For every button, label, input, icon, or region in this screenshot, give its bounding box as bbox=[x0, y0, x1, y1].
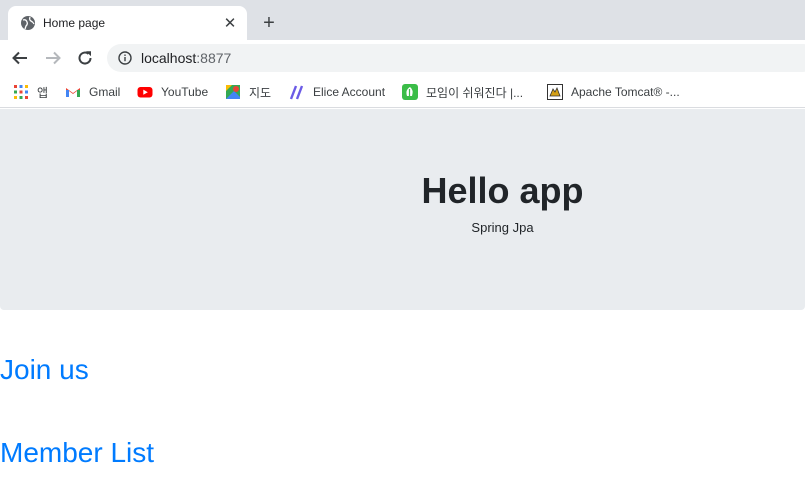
page-subtitle: Spring Jpa bbox=[471, 220, 534, 235]
maps-icon bbox=[225, 84, 241, 100]
member-list-link[interactable]: Member List bbox=[0, 436, 154, 470]
url-port: :8877 bbox=[196, 50, 232, 66]
tomcat-icon bbox=[547, 84, 563, 100]
green-leaf-icon bbox=[402, 84, 418, 100]
page-title: Hello app bbox=[421, 170, 584, 211]
bookmark-label: 지도 bbox=[249, 85, 272, 100]
tab-title: Home page bbox=[43, 16, 106, 30]
jumbotron: Hello app Spring Jpa bbox=[0, 109, 805, 310]
globe-icon bbox=[20, 15, 36, 31]
url-host: localhost bbox=[141, 50, 197, 66]
address-bar[interactable]: localhost:8877 bbox=[107, 44, 805, 72]
bookmark-maps[interactable]: 지도 bbox=[225, 82, 271, 102]
bookmarks-bar: 앱 Gmail YouTube 지도 Elice Account 모임이 쉬워진… bbox=[0, 76, 805, 108]
new-tab-button[interactable]: + bbox=[258, 12, 280, 34]
bookmark-label: 모임이 쉬워진다 |... bbox=[426, 85, 524, 100]
apps-grid-icon bbox=[13, 84, 29, 100]
browser-toolbar: localhost:8877 bbox=[0, 40, 805, 76]
bookmark-label: Apache Tomcat® -... bbox=[571, 85, 680, 99]
url-text: localhost:8877 bbox=[141, 50, 231, 66]
bookmark-label: Gmail bbox=[89, 85, 121, 99]
gmail-icon bbox=[65, 84, 81, 100]
info-icon[interactable] bbox=[118, 51, 132, 65]
bookmark-label: Elice Account bbox=[313, 85, 386, 99]
bookmark-gmail[interactable]: Gmail bbox=[65, 82, 120, 102]
bookmark-youtube[interactable]: YouTube bbox=[137, 82, 208, 102]
tab-home-page[interactable]: Home page ✕ bbox=[8, 6, 247, 40]
bookmark-elice-account[interactable]: Elice Account bbox=[289, 82, 385, 102]
reload-button[interactable] bbox=[73, 46, 97, 70]
youtube-icon bbox=[137, 84, 153, 100]
forward-button[interactable] bbox=[41, 46, 65, 70]
tab-strip: Home page ✕ + bbox=[0, 0, 805, 40]
elice-icon bbox=[289, 84, 305, 100]
back-button[interactable] bbox=[8, 46, 32, 70]
close-icon[interactable]: ✕ bbox=[221, 14, 239, 32]
arrow-left-icon bbox=[12, 51, 27, 65]
bookmark-label: 앱 bbox=[37, 85, 49, 100]
bookmark-label: YouTube bbox=[161, 85, 209, 99]
bookmark-meetup[interactable]: 모임이 쉬워진다 |... bbox=[402, 82, 523, 102]
reload-icon bbox=[78, 51, 92, 65]
join-us-link[interactable]: Join us bbox=[0, 353, 89, 387]
arrow-right-icon bbox=[46, 51, 61, 65]
bookmark-apache-tomcat[interactable]: Apache Tomcat® -... bbox=[547, 82, 680, 102]
bookmark-apps[interactable]: 앱 bbox=[13, 82, 48, 102]
